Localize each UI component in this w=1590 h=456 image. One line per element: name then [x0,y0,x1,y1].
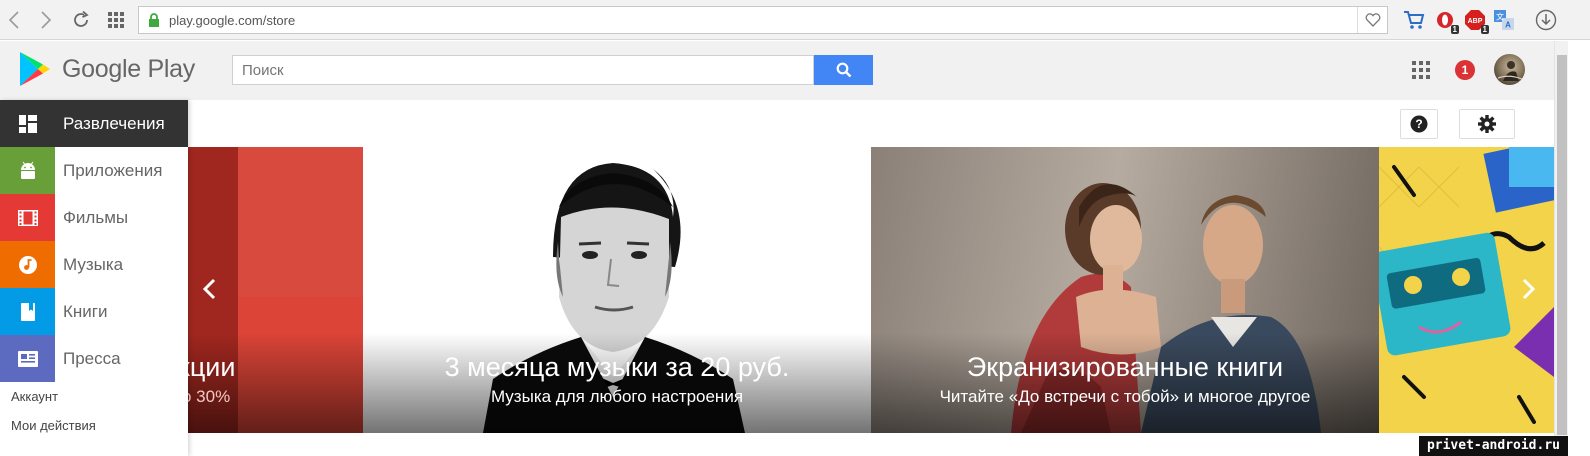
card-subtitle: Музыка для любого настроения [490,387,744,406]
sidebar-item-label: Музыка [63,254,124,274]
gear-icon [1478,115,1496,133]
opera-badge: 1 [1450,25,1459,34]
watermark: privet-android.ru [1418,436,1568,456]
chevron-left-icon [202,278,216,300]
back-icon[interactable] [2,8,26,32]
svg-text:文: 文 [1496,12,1504,22]
forward-icon[interactable] [34,8,58,32]
carousel-card-books[interactable]: Экранизированные книги Читайте «До встре… [871,147,1379,433]
reload-icon[interactable] [69,8,93,32]
card-background [238,147,363,297]
search-button[interactable] [814,55,873,85]
apps-grid-icon[interactable] [1412,61,1430,79]
card-title: 3 месяца музыки за 20 руб. [444,352,790,382]
sidebar-item-music[interactable]: Музыка [0,241,188,288]
film-icon [0,194,55,241]
help-button[interactable]: ? [1400,109,1438,139]
carousel-next-button[interactable] [1518,277,1538,306]
music-note-icon [0,241,55,288]
svg-text:?: ? [1415,117,1422,131]
newspaper-icon [0,335,55,382]
sidebar-item-newsstand[interactable]: Пресса [0,335,188,382]
search-icon [836,62,851,78]
browser-toolbar: play.google.com/store 1 ABP 1 文A [0,0,1590,40]
cart-icon[interactable] [1402,8,1426,32]
adblock-badge: 1 [1480,25,1489,34]
home-grid-icon [0,100,55,147]
translate-icon[interactable]: 文A [1492,8,1516,32]
avatar[interactable] [1494,54,1525,85]
sidebar-item-label: Фильмы [63,207,129,227]
svg-text:ABP: ABP [1468,18,1483,25]
settings-button[interactable] [1459,109,1515,139]
card-subtitle: о 30% [188,387,231,406]
adblock-icon[interactable]: ABP 1 [1463,8,1489,34]
lock-icon [139,13,169,27]
sidebar-link-account[interactable]: Аккаунт [0,382,188,411]
carousel-prev-button[interactable] [200,277,220,306]
logo-text: Google Play [62,54,195,83]
scrollbar-thumb[interactable] [1557,55,1567,435]
page-scrollbar[interactable] [1554,41,1568,456]
sidebar-item-label: Пресса [63,348,121,368]
card-title: Экранизированные книги [966,352,1284,382]
card-shade [871,333,1379,433]
address-bar[interactable]: play.google.com/store [138,6,1388,34]
chevron-right-icon [1522,278,1536,300]
svg-text:A: A [1505,21,1511,30]
sidebar-item-movies[interactable]: Фильмы [0,194,188,241]
opera-icon[interactable]: 1 [1433,8,1459,34]
android-icon [0,147,55,194]
speed-dial-icon[interactable] [104,8,128,32]
notification-badge[interactable]: 1 [1455,60,1475,80]
card-shade [188,333,363,433]
heart-icon[interactable] [1357,7,1387,33]
sidebar: Развлечения Приложения Фильмы Музыка Кни… [0,100,188,456]
sidebar-item-label: Развлечения [63,113,165,133]
promo-carousel: кции о 30% 3 месяца музыки за 20 руб. Му… [188,147,1554,433]
sidebar-item-label: Книги [63,301,108,321]
download-icon[interactable] [1534,8,1558,32]
sidebar-item-apps[interactable]: Приложения [0,147,188,194]
sidebar-item-entertainment[interactable]: Развлечения [0,100,188,147]
book-icon [0,288,55,335]
sidebar-item-label: Приложения [63,160,163,180]
card-subtitle: Читайте «До встречи с тобой» и многое др… [939,387,1311,406]
url-text: play.google.com/store [169,12,296,28]
card-title: кции [188,352,236,382]
sidebar-link-my-activity[interactable]: Мои действия [0,411,188,440]
search-input[interactable] [232,55,814,85]
google-play-logo[interactable]: Google Play [18,51,195,87]
carousel-card-music[interactable]: 3 месяца музыки за 20 руб. Музыка для лю… [363,147,871,433]
play-header: Google Play 1 [0,41,1568,100]
help-icon: ? [1410,115,1428,133]
card-shade [363,333,871,433]
play-logo-icon [20,52,50,86]
sidebar-item-books[interactable]: Книги [0,288,188,335]
